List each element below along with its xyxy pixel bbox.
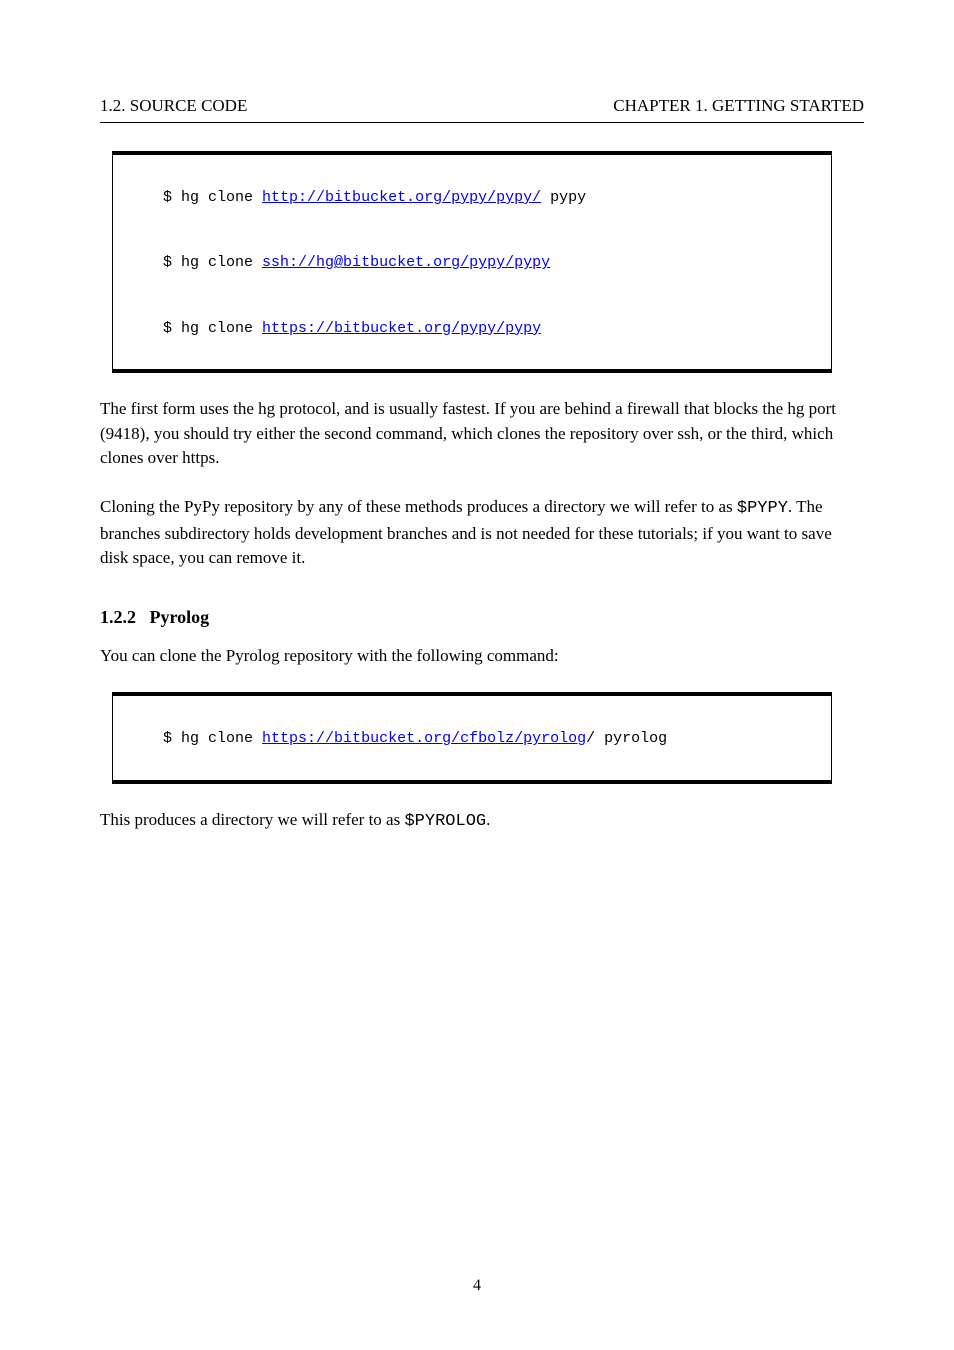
code-text: $ hg clone [163, 730, 262, 747]
section-heading: 1.2.2 Pyrolog [100, 607, 864, 628]
body-paragraph: The first form uses the hg protocol, and… [100, 397, 864, 471]
pypy-http-link[interactable]: http://bitbucket.org/pypy/pypy/ [262, 189, 541, 206]
running-header: 1.2. SOURCE CODE CHAPTER 1. GETTING STAR… [100, 95, 864, 116]
page-number: 4 [0, 1277, 954, 1295]
code-text: $ hg clone [163, 254, 262, 271]
body-text: Cloning the PyPy repository by any of th… [100, 497, 737, 516]
code-text: $ hg clone [163, 189, 262, 206]
body-text: This produces a directory we will refer … [100, 810, 404, 829]
pyrolog-link[interactable]: https://bitbucket.org/cfbolz/pyrolog [262, 730, 586, 747]
inline-code: $PYROLOG [404, 812, 486, 831]
inline-code: $PYPY [737, 499, 788, 518]
code-text: / pyrolog [586, 730, 667, 747]
pypy-ssh-link[interactable]: ssh://hg@bitbucket.org/pypy/pypy [262, 254, 550, 271]
code-text: $ hg clone [163, 320, 262, 337]
section-title: Pyrolog [150, 607, 210, 627]
body-paragraph: You can clone the Pyrolog repository wit… [100, 644, 864, 669]
header-left: 1.2. SOURCE CODE [100, 95, 247, 116]
code-text: pypy [541, 189, 586, 206]
body-paragraph: Cloning the PyPy repository by any of th… [100, 495, 864, 571]
header-rule [100, 122, 864, 123]
code-box-pyrolog-clone: $ hg clone https://bitbucket.org/cfbolz/… [112, 692, 832, 783]
section-number: 1.2.2 [100, 607, 136, 627]
code-box-pypy-clone: $ hg clone http://bitbucket.org/pypy/pyp… [112, 151, 832, 373]
body-paragraph: This produces a directory we will refer … [100, 808, 864, 835]
pypy-https-link[interactable]: https://bitbucket.org/pypy/pypy [262, 320, 541, 337]
header-right: CHAPTER 1. GETTING STARTED [247, 95, 864, 116]
body-text: . [486, 810, 490, 829]
